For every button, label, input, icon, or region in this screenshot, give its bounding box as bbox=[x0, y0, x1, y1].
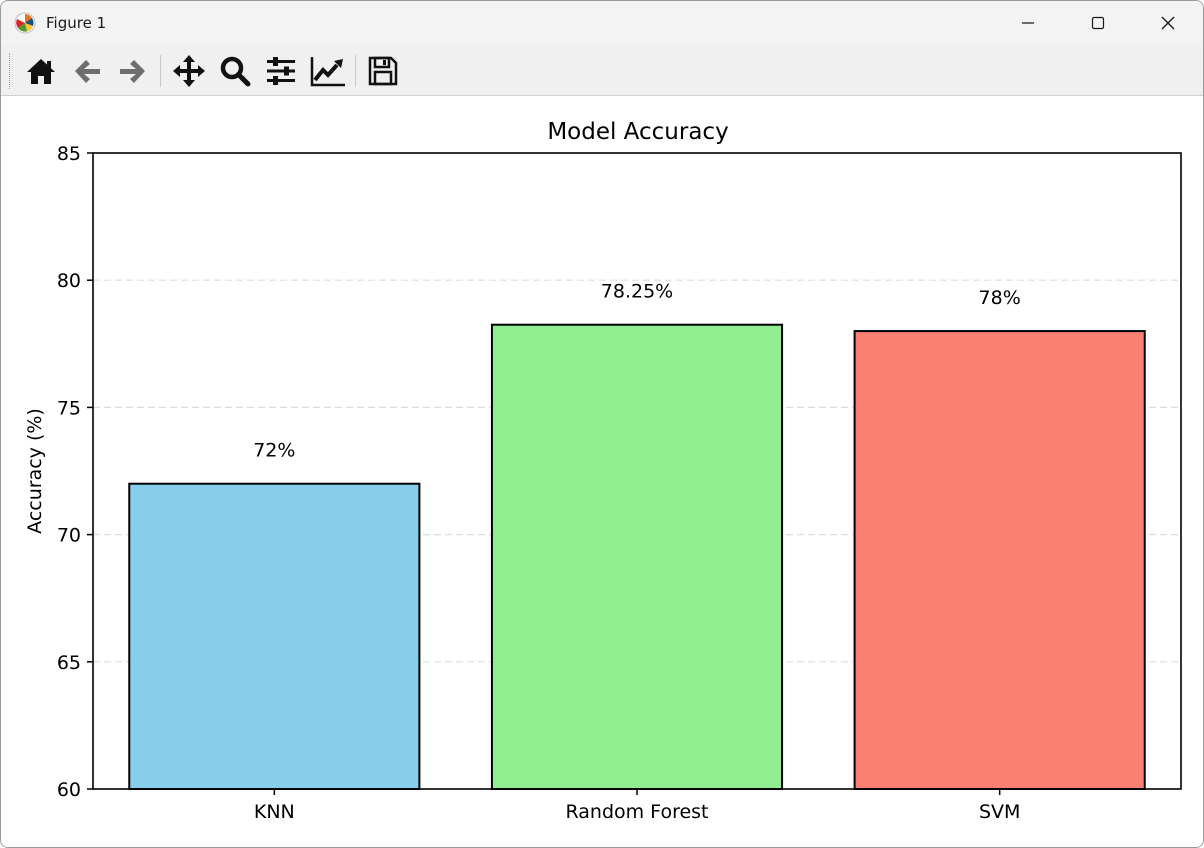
home-icon bbox=[27, 59, 55, 84]
y-tick-label: 80 bbox=[57, 270, 81, 292]
minimize-icon bbox=[1022, 22, 1034, 24]
forward-button[interactable] bbox=[113, 51, 153, 91]
close-button[interactable] bbox=[1133, 1, 1203, 45]
save-button[interactable] bbox=[363, 51, 403, 91]
bar-value-label: 78% bbox=[979, 287, 1021, 309]
y-tick-label: 65 bbox=[57, 652, 81, 674]
window-title: Figure 1 bbox=[46, 14, 107, 32]
chart-title: Model Accuracy bbox=[547, 119, 728, 145]
x-tick-label: KNN bbox=[254, 801, 295, 823]
title-bar[interactable]: Figure 1 bbox=[1, 1, 1203, 45]
figure-window: Figure 1 Model Accuracy Accuracy (%) 72%… bbox=[0, 0, 1204, 848]
y-tick-label: 70 bbox=[57, 525, 81, 547]
bar-svm bbox=[853, 330, 1146, 791]
customize-button[interactable] bbox=[308, 51, 348, 91]
figure-canvas[interactable]: Model Accuracy Accuracy (%) 72% 78.25% 78%… bbox=[1, 96, 1203, 847]
floppy-disk-icon bbox=[368, 56, 398, 86]
y-tick-label: 60 bbox=[57, 779, 81, 801]
zoom-button[interactable] bbox=[215, 51, 255, 91]
close-icon bbox=[1161, 16, 1175, 30]
navigation-toolbar bbox=[1, 45, 1203, 96]
toolbar-grip bbox=[9, 53, 11, 89]
x-tick-label: SVM bbox=[979, 801, 1020, 823]
arrow-right-icon bbox=[120, 60, 145, 83]
magnifier-icon bbox=[220, 56, 251, 87]
arrow-left-icon bbox=[75, 60, 100, 83]
bar-knn bbox=[128, 482, 421, 790]
home-button[interactable] bbox=[21, 51, 61, 91]
sliders-icon bbox=[267, 57, 295, 85]
y-tick-label: 85 bbox=[57, 143, 81, 165]
move-icon bbox=[173, 55, 205, 87]
bar-value-label: 72% bbox=[253, 440, 295, 462]
bar-chart: Model Accuracy Accuracy (%) 72% 78.25% 78%… bbox=[24, 119, 1182, 823]
x-tick-label: Random Forest bbox=[565, 801, 708, 823]
bars bbox=[128, 323, 1146, 791]
line-chart-icon bbox=[310, 57, 345, 87]
bar-value-label: 78.25% bbox=[601, 281, 673, 303]
toolbar-separator bbox=[355, 55, 356, 87]
maximize-button[interactable] bbox=[1063, 1, 1133, 45]
maximize-icon bbox=[1091, 16, 1105, 30]
minimize-button[interactable] bbox=[993, 1, 1063, 45]
back-button[interactable] bbox=[67, 51, 107, 91]
y-axis-label: Accuracy (%) bbox=[24, 408, 46, 534]
y-tick-label: 75 bbox=[57, 397, 81, 419]
pan-button[interactable] bbox=[169, 51, 209, 91]
matplotlib-logo-icon bbox=[14, 12, 36, 34]
subplots-button[interactable] bbox=[261, 51, 301, 91]
bar-random-forest bbox=[490, 323, 784, 790]
toolbar-separator bbox=[160, 55, 161, 87]
